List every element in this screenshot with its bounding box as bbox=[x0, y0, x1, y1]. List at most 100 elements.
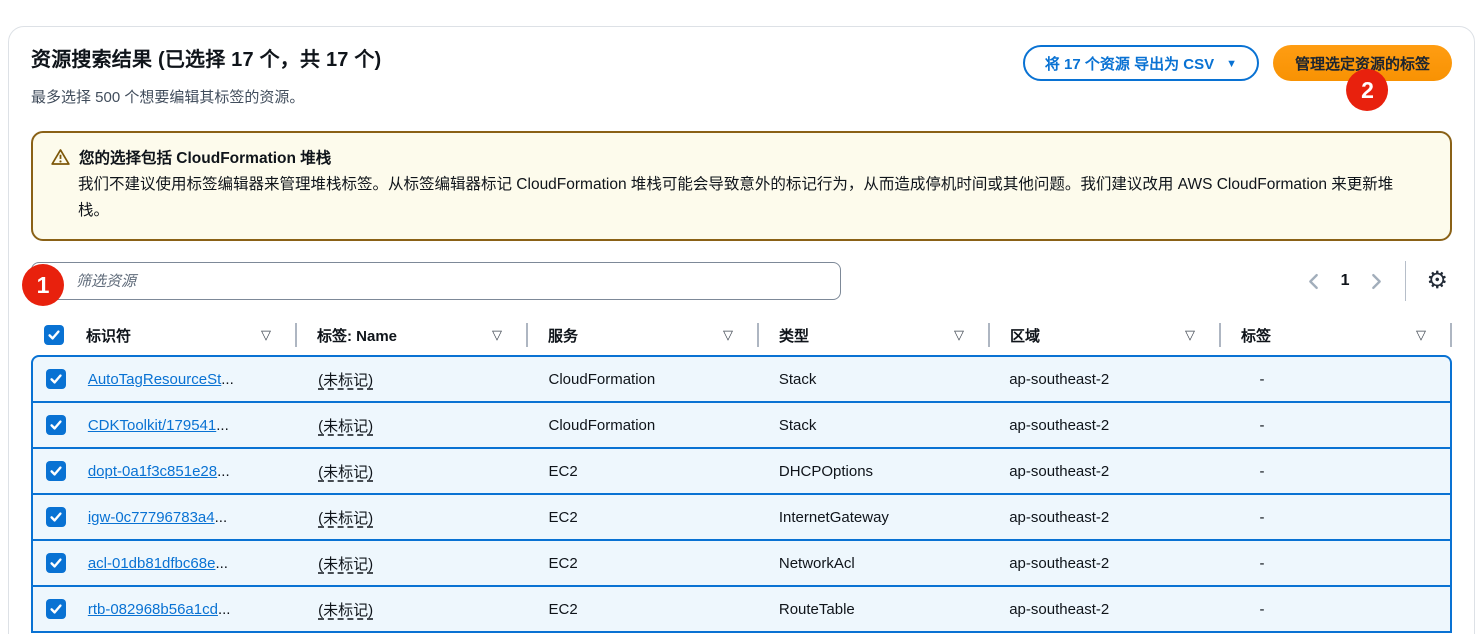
column-filter-icon[interactable]: ▽ bbox=[1185, 327, 1195, 343]
annotation-badge-1: 1 bbox=[22, 264, 64, 306]
not-tagged-label[interactable]: (未标记) bbox=[318, 602, 373, 619]
cell-region: ap-southeast-2 bbox=[989, 555, 1219, 572]
check-icon bbox=[49, 418, 63, 432]
export-csv-button[interactable]: 将 17 个资源 导出为 CSV ▼ bbox=[1023, 45, 1259, 81]
check-icon bbox=[49, 556, 63, 570]
row-select-cell bbox=[33, 415, 68, 435]
row-select-cell bbox=[33, 553, 68, 573]
current-page-number: 1 bbox=[1335, 272, 1356, 290]
filter-resources-input[interactable] bbox=[31, 262, 841, 300]
column-filter-icon[interactable]: ▽ bbox=[492, 327, 502, 343]
results-card: 资源搜索结果 (已选择 17 个，共 17 个) 最多选择 500 个想要编辑其… bbox=[8, 26, 1475, 634]
cell-tags: - bbox=[1220, 371, 1451, 388]
row-checkbox[interactable] bbox=[46, 461, 66, 481]
row-checkbox[interactable] bbox=[46, 553, 66, 573]
column-header-region: 区域 ▽ bbox=[990, 325, 1221, 346]
check-icon bbox=[49, 510, 63, 524]
column-label: 区域 bbox=[1010, 325, 1040, 346]
resource-link[interactable]: AutoTagResourceSt bbox=[88, 371, 221, 388]
table-toolbar: 1 1 ⚙ bbox=[31, 261, 1452, 301]
check-icon bbox=[49, 372, 63, 386]
table-body: AutoTagResourceSt... (未标记) CloudFormatio… bbox=[31, 355, 1452, 633]
not-tagged-label[interactable]: (未标记) bbox=[318, 372, 373, 389]
cell-type: Stack bbox=[759, 371, 989, 388]
table-row[interactable]: dopt-0a1f3c851e28... (未标记) EC2 DHCPOptio… bbox=[31, 447, 1452, 495]
truncation-ellipsis: ... bbox=[216, 417, 229, 434]
column-filter-icon[interactable]: ▽ bbox=[261, 327, 271, 343]
cell-region: ap-southeast-2 bbox=[989, 509, 1219, 526]
cloudformation-warning-alert: 您的选择包括 CloudFormation 堆栈 我们不建议使用标签编辑器来管理… bbox=[31, 131, 1452, 241]
cell-service: EC2 bbox=[529, 555, 759, 572]
resource-link[interactable]: acl-01db81dfbc68e bbox=[88, 555, 216, 572]
manage-tags-button[interactable]: 管理选定资源的标签 2 bbox=[1273, 45, 1452, 81]
filter-input-wrap: 1 bbox=[31, 262, 841, 300]
cell-tag-name: (未标记) bbox=[298, 553, 528, 574]
warning-title: 您的选择包括 CloudFormation 堆栈 bbox=[79, 146, 331, 168]
resource-link[interactable]: CDKToolkit/179541 bbox=[88, 417, 216, 434]
cell-service: EC2 bbox=[529, 509, 759, 526]
cell-region: ap-southeast-2 bbox=[989, 601, 1219, 618]
column-filter-icon[interactable]: ▽ bbox=[954, 327, 964, 343]
table-row[interactable]: CDKToolkit/179541... (未标记) CloudFormatio… bbox=[31, 401, 1452, 449]
cell-tags: - bbox=[1220, 555, 1451, 572]
check-icon bbox=[47, 328, 61, 342]
warning-triangle-icon bbox=[51, 148, 70, 166]
next-page-button[interactable] bbox=[1361, 266, 1391, 296]
select-all-checkbox[interactable] bbox=[44, 325, 64, 345]
row-checkbox[interactable] bbox=[46, 599, 66, 619]
cell-service: EC2 bbox=[529, 463, 759, 480]
pagination: 1 ⚙ bbox=[1299, 261, 1452, 301]
row-select-cell bbox=[33, 369, 68, 389]
column-filter-icon[interactable]: ▽ bbox=[723, 327, 733, 343]
cell-tags: - bbox=[1220, 417, 1451, 434]
column-filter-icon[interactable]: ▽ bbox=[1416, 327, 1426, 343]
cell-identifier: igw-0c77796783a4... bbox=[68, 509, 298, 526]
table-row[interactable]: igw-0c77796783a4... (未标记) EC2 InternetGa… bbox=[31, 493, 1452, 541]
cell-region: ap-southeast-2 bbox=[989, 417, 1219, 434]
page-title-count: (已选择 17 个，共 17 个) bbox=[158, 49, 381, 71]
row-checkbox[interactable] bbox=[46, 415, 66, 435]
cell-type: DHCPOptions bbox=[759, 463, 989, 480]
row-checkbox[interactable] bbox=[46, 507, 66, 527]
truncation-ellipsis: ... bbox=[217, 463, 230, 480]
not-tagged-label[interactable]: (未标记) bbox=[318, 556, 373, 573]
warning-body: 我们不建议使用标签编辑器来管理堆栈标签。从标签编辑器标记 CloudFormat… bbox=[78, 172, 1418, 224]
cell-tag-name: (未标记) bbox=[298, 415, 528, 436]
cell-identifier: AutoTagResourceSt... bbox=[68, 371, 298, 388]
cell-service: CloudFormation bbox=[529, 371, 759, 388]
column-label: 标签: Name bbox=[317, 325, 397, 346]
column-divider bbox=[1450, 323, 1452, 347]
caret-down-icon: ▼ bbox=[1226, 58, 1237, 70]
cell-tags: - bbox=[1220, 463, 1451, 480]
table-row[interactable]: acl-01db81dfbc68e... (未标记) EC2 NetworkAc… bbox=[31, 539, 1452, 587]
cell-service: CloudFormation bbox=[529, 417, 759, 434]
column-header-service: 服务 ▽ bbox=[528, 325, 759, 346]
cell-tag-name: (未标记) bbox=[298, 369, 528, 390]
resource-link[interactable]: rtb-082968b56a1cd bbox=[88, 601, 218, 618]
page-title-text: 资源搜索结果 bbox=[31, 49, 152, 71]
not-tagged-label[interactable]: (未标记) bbox=[318, 464, 373, 481]
not-tagged-label[interactable]: (未标记) bbox=[318, 418, 373, 435]
cell-type: RouteTable bbox=[759, 601, 989, 618]
cell-type: InternetGateway bbox=[759, 509, 989, 526]
column-label: 标签 bbox=[1241, 325, 1271, 346]
resource-link[interactable]: dopt-0a1f3c851e28 bbox=[88, 463, 217, 480]
truncation-ellipsis: ... bbox=[218, 601, 231, 618]
check-icon bbox=[49, 464, 63, 478]
settings-gear-icon[interactable]: ⚙ bbox=[1422, 269, 1452, 293]
not-tagged-label[interactable]: (未标记) bbox=[318, 510, 373, 527]
row-checkbox[interactable] bbox=[46, 369, 66, 389]
column-header-identifier: 标识符 ▽ bbox=[66, 325, 297, 346]
cell-identifier: acl-01db81dfbc68e... bbox=[68, 555, 298, 572]
previous-page-button[interactable] bbox=[1299, 266, 1329, 296]
results-header: 资源搜索结果 (已选择 17 个，共 17 个) 最多选择 500 个想要编辑其… bbox=[31, 43, 1452, 107]
cell-service: EC2 bbox=[529, 601, 759, 618]
column-label: 标识符 bbox=[86, 325, 131, 346]
table-row[interactable]: rtb-082968b56a1cd... (未标记) EC2 RouteTabl… bbox=[31, 585, 1452, 633]
truncation-ellipsis: ... bbox=[215, 555, 228, 572]
cell-tag-name: (未标记) bbox=[298, 461, 528, 482]
truncation-ellipsis: ... bbox=[215, 509, 228, 526]
cell-tags: - bbox=[1220, 601, 1451, 618]
resource-link[interactable]: igw-0c77796783a4 bbox=[88, 509, 215, 526]
table-row[interactable]: AutoTagResourceSt... (未标记) CloudFormatio… bbox=[31, 355, 1452, 403]
